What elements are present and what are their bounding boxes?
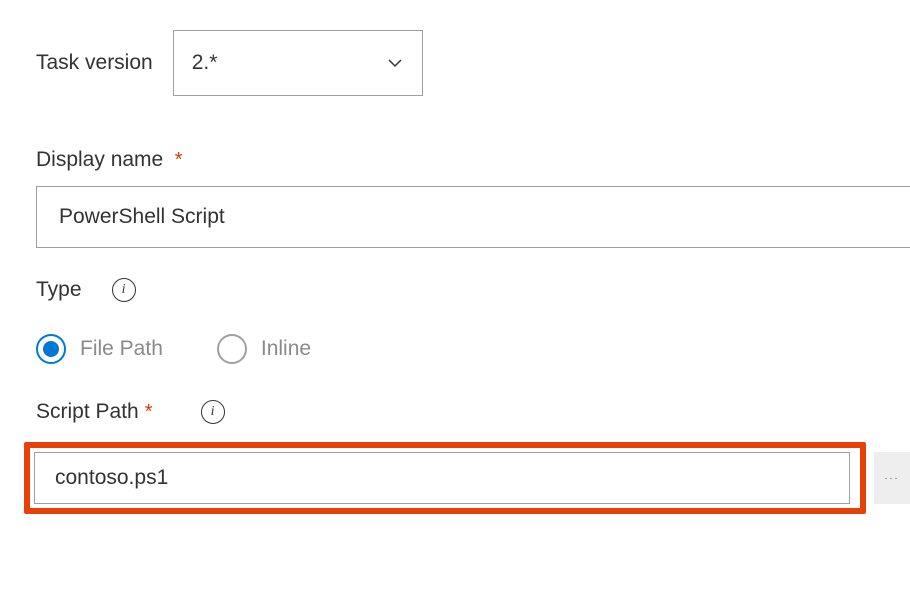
- display-name-label: Display name: [36, 148, 163, 171]
- radio-file-path-dot: [43, 341, 59, 357]
- type-label: Type: [36, 278, 82, 302]
- task-version-label: Task version: [36, 51, 153, 75]
- radio-file-path-circle: [36, 334, 66, 364]
- task-version-select-wrap: 2.*: [173, 30, 423, 96]
- radio-inline-circle: [217, 334, 247, 364]
- info-icon[interactable]: i: [201, 400, 225, 424]
- browse-button[interactable]: ···: [874, 452, 910, 504]
- task-version-row: Task version 2.*: [36, 30, 910, 96]
- display-name-label-row: Display name *: [36, 148, 910, 172]
- script-path-row: ···: [24, 442, 910, 514]
- script-path-label: Script Path: [36, 400, 139, 424]
- chevron-down-icon: [386, 54, 404, 72]
- required-asterisk: *: [175, 149, 183, 171]
- script-path-input[interactable]: [34, 452, 850, 504]
- required-asterisk: *: [145, 401, 153, 424]
- info-icon[interactable]: i: [112, 278, 136, 302]
- display-name-group: Display name *: [36, 148, 910, 248]
- radio-file-path[interactable]: File Path: [36, 334, 163, 364]
- script-path-label-row: Script Path * i: [36, 400, 910, 424]
- type-radio-group: File Path Inline: [36, 334, 910, 364]
- task-version-value: 2.*: [192, 51, 218, 75]
- radio-inline-label: Inline: [261, 337, 311, 361]
- display-name-input[interactable]: [36, 186, 910, 248]
- script-path-highlight: [24, 442, 866, 514]
- radio-inline[interactable]: Inline: [217, 334, 311, 364]
- type-label-row: Type i: [36, 278, 910, 302]
- ellipsis-icon: ···: [885, 473, 900, 483]
- task-version-select[interactable]: 2.*: [173, 30, 423, 96]
- radio-file-path-label: File Path: [80, 337, 163, 361]
